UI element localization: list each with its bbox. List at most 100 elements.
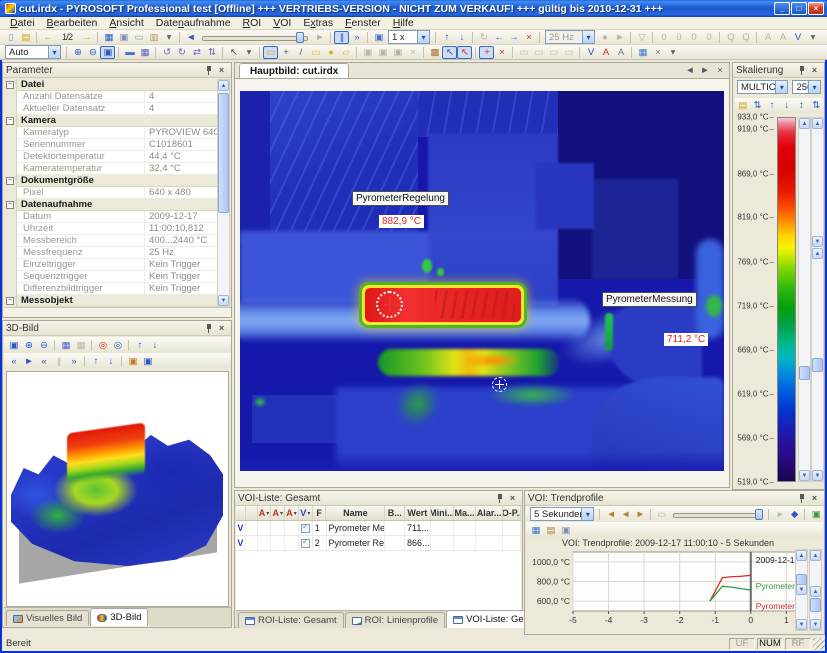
voi-column-wert[interactable]: Wert xyxy=(405,506,431,520)
close-button[interactable]: × xyxy=(808,2,824,15)
add-voi-icon[interactable]: V xyxy=(583,46,598,59)
voi-marker-messung[interactable] xyxy=(492,377,507,392)
scroll-up-icon[interactable] xyxy=(218,80,229,91)
roi-polygon-icon[interactable]: ▱ xyxy=(338,46,353,59)
voi-column-a[interactable]: A xyxy=(285,506,299,520)
scroll-thumb[interactable] xyxy=(799,366,810,380)
menu-datei[interactable]: Datei xyxy=(4,17,41,29)
roi-select-icon[interactable]: ▭ xyxy=(263,46,278,59)
trend-follow-icon[interactable]: ▸ xyxy=(772,508,787,521)
menu-roi[interactable]: ROI xyxy=(237,17,268,29)
pin-icon[interactable] xyxy=(202,65,215,76)
tab-3d-bild[interactable]: 3D-Bild xyxy=(90,608,148,626)
voi-column-mini-[interactable]: Mini... xyxy=(431,506,455,520)
grid-icon[interactable]: ▦ xyxy=(137,46,152,59)
toolbar-options-chevron-3[interactable]: ▾ xyxy=(241,46,256,59)
roi-line-icon[interactable]: / xyxy=(293,46,308,59)
voi-column-f[interactable]: F xyxy=(313,506,327,520)
dataset-counter[interactable]: 1/2 xyxy=(55,31,79,44)
scroll-thumb[interactable] xyxy=(810,598,821,612)
annotation-pyrometer-messung[interactable]: PyrometerMessung xyxy=(602,292,697,307)
scroll-up-icon[interactable] xyxy=(810,586,821,597)
parameter-scrollbar[interactable] xyxy=(217,79,230,307)
live-view-icon[interactable]: ► xyxy=(612,31,627,44)
roi-align-right-icon[interactable]: ▭ xyxy=(531,46,546,59)
param-group-kamera[interactable]: −Kamera xyxy=(4,115,217,127)
trend-export-icon[interactable]: ▣ xyxy=(808,508,823,521)
voi-column-a[interactable]: A xyxy=(271,506,285,520)
scroll-down-icon[interactable] xyxy=(796,619,807,630)
grid-front-icon[interactable]: ▦ xyxy=(58,339,73,352)
trend-interval-combo[interactable]: 5 Sekunden xyxy=(530,507,594,521)
rewind-3d-icon[interactable]: « xyxy=(36,355,51,368)
rotate-up-icon[interactable]: ↑ xyxy=(88,355,103,368)
voi-column-name[interactable]: Name xyxy=(326,506,385,520)
print-preview-icon[interactable]: ▥ xyxy=(146,31,161,44)
menu-hilfe[interactable]: Hilfe xyxy=(387,17,420,29)
roi-image-icon[interactable]: ▩ xyxy=(427,46,442,59)
voi-table-icon[interactable]: ▦ xyxy=(635,46,650,59)
pause-3d-icon[interactable]: || xyxy=(51,355,66,368)
menu-extras[interactable]: Extras xyxy=(297,17,339,29)
grid-back-icon[interactable]: ▦ xyxy=(73,339,88,352)
voi-column-1[interactable] xyxy=(246,506,258,520)
param-group-datenaufnahme[interactable]: −Datenaufnahme xyxy=(4,199,217,211)
close-icon[interactable] xyxy=(215,65,228,76)
fast-forward-icon[interactable]: » xyxy=(349,31,364,44)
nuc-gain-auto-icon[interactable]: 0 xyxy=(701,31,716,44)
prev-view-icon[interactable]: ◄ xyxy=(682,64,697,77)
annotation-pyrometer-regelung[interactable]: PyrometerRegelung xyxy=(352,191,449,206)
pin-icon[interactable] xyxy=(202,323,215,334)
play-3d-icon[interactable]: ► xyxy=(21,355,36,368)
pin-icon[interactable] xyxy=(795,493,808,504)
scroll-thumb[interactable] xyxy=(218,93,229,213)
trend-page-forward-icon[interactable]: ► xyxy=(632,508,647,521)
toolbar-options-chevron-4[interactable]: ▾ xyxy=(665,46,680,59)
menu-voi[interactable]: VOI xyxy=(267,17,297,29)
delete-record-icon[interactable]: × xyxy=(521,31,536,44)
close-view-icon[interactable]: × xyxy=(712,64,727,77)
menu-ansicht[interactable]: Ansicht xyxy=(103,17,149,29)
trend-copy-icon[interactable]: ▣ xyxy=(558,524,573,537)
trend-settings-icon[interactable]: ▦ xyxy=(528,524,543,537)
zoom-out-icon[interactable]: ⊖ xyxy=(85,46,100,59)
scale-shift-down-icon[interactable]: ↓ xyxy=(779,99,794,112)
scroll-down-icon[interactable] xyxy=(812,470,823,481)
scale-expand-icon[interactable]: ↕ xyxy=(794,99,809,112)
prev-record-icon[interactable]: ← xyxy=(491,31,506,44)
full-image-icon[interactable]: ▬ xyxy=(122,46,137,59)
trend-scrollbar-2[interactable] xyxy=(809,549,822,631)
perspective-icon[interactable]: ◎ xyxy=(110,339,125,352)
roi-rectangle-icon[interactable]: ▭ xyxy=(308,46,323,59)
voi-column-b-[interactable]: B... xyxy=(385,506,405,520)
close-icon[interactable] xyxy=(808,65,821,76)
scroll-thumb[interactable] xyxy=(812,358,823,372)
voi-column-a[interactable]: A xyxy=(258,506,272,520)
roi-align-left-icon[interactable]: ▭ xyxy=(516,46,531,59)
trend-print-icon[interactable]: ▭ xyxy=(654,508,669,521)
voi-column-ma-[interactable]: Ma... xyxy=(454,506,476,520)
checkbox[interactable] xyxy=(301,524,310,533)
rotate-down-icon[interactable]: ↓ xyxy=(103,355,118,368)
save-icon[interactable]: ▦ xyxy=(101,31,116,44)
trigger-filter-icon[interactable]: ▽ xyxy=(634,31,649,44)
pause-icon[interactable]: || xyxy=(334,31,349,44)
new-file-icon[interactable]: ▯ xyxy=(3,31,18,44)
lower-surface-icon[interactable]: ↓ xyxy=(147,339,162,352)
raise-surface-icon[interactable]: ↑ xyxy=(132,339,147,352)
trend-page-back-icon[interactable]: ◄ xyxy=(618,508,633,521)
maximize-button[interactable]: □ xyxy=(791,2,807,15)
menu-bearbeiten[interactable]: Bearbeiten xyxy=(41,17,104,29)
roi-move-icon[interactable]: ↖ xyxy=(457,46,472,59)
copy-icon[interactable]: ▣ xyxy=(116,31,131,44)
trend-marker-icon[interactable]: ◆ xyxy=(787,508,802,521)
scroll-down-icon[interactable] xyxy=(812,236,823,247)
frequency-combo[interactable]: 25 Hz xyxy=(545,30,595,44)
menu-datenaufnahme[interactable]: Datenaufnahme xyxy=(150,17,237,29)
palette-combo[interactable]: MULTICOLOR xyxy=(737,80,788,94)
scale-max-scrollbar[interactable] xyxy=(798,117,811,482)
flip-horizontal-icon[interactable]: ⇄ xyxy=(189,46,204,59)
scroll-down-icon[interactable] xyxy=(796,584,807,595)
ref-source-icon[interactable]: Q xyxy=(723,31,738,44)
tab-visuelles-bild[interactable]: Visuelles Bild xyxy=(6,610,89,626)
